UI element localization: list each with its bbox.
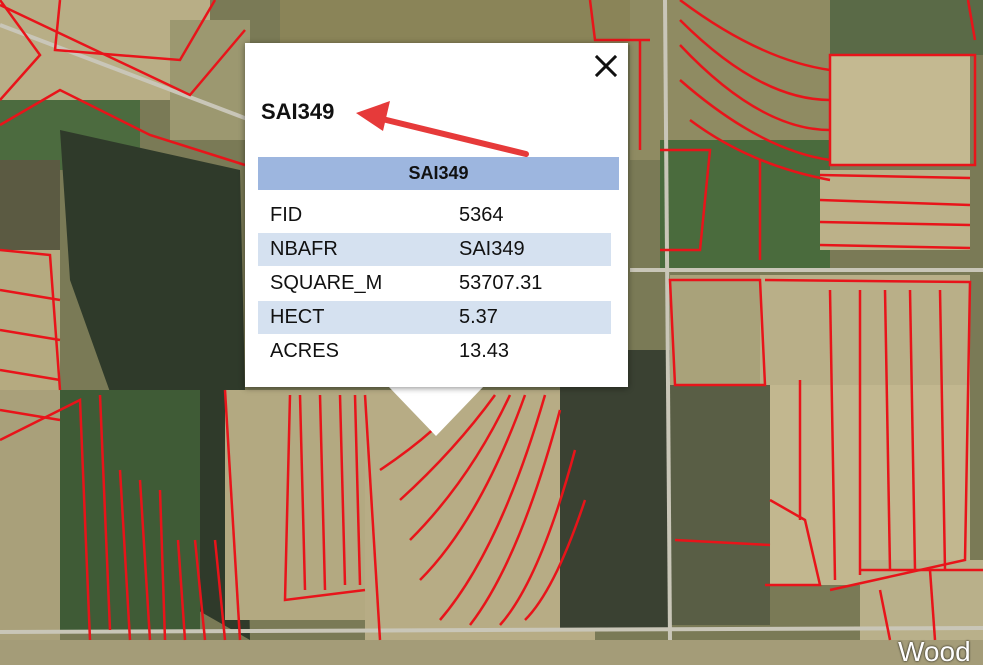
attribute-key: SQUARE_M <box>270 272 383 294</box>
attribute-value: SAI349 <box>459 238 525 260</box>
popup-title: SAI349 <box>261 99 335 124</box>
attribute-key: FID <box>270 204 303 226</box>
red-arrow-icon <box>356 101 529 157</box>
table-row: HECT 5.37 <box>258 301 611 334</box>
table-row: NBAFR SAI349 <box>258 233 611 266</box>
table-row: SQUARE_M 53707.31 <box>258 267 611 300</box>
attribute-value: 5364 <box>459 204 504 226</box>
close-icon <box>594 54 618 78</box>
attribute-key: NBAFR <box>270 238 338 260</box>
attribute-value: 13.43 <box>459 340 510 362</box>
attribute-value: 53707.31 <box>459 272 543 294</box>
attribute-key: HECT <box>270 306 325 328</box>
close-button[interactable] <box>593 53 619 79</box>
popup-pointer <box>388 386 484 436</box>
table-row: FID 5364 <box>258 199 611 232</box>
attribute-key: ACRES <box>270 340 339 362</box>
map-watermark: Wood <box>898 636 971 667</box>
attribute-value: 5.37 <box>459 306 498 328</box>
table-row: ACRES 13.43 <box>258 335 611 368</box>
